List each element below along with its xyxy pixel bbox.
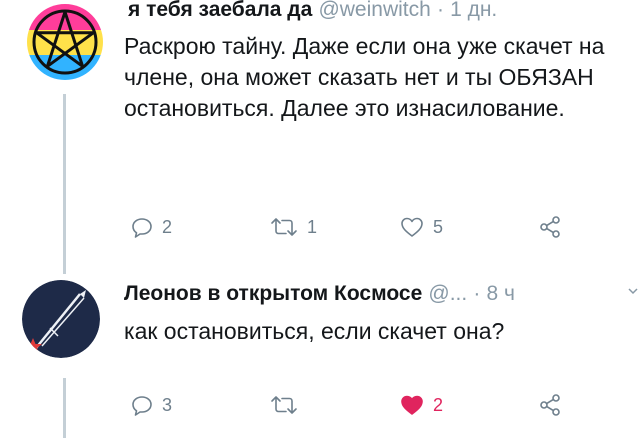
- reply-button[interactable]: 2: [131, 212, 172, 242]
- user-handle[interactable]: @...: [428, 282, 467, 305]
- header-separator: ·: [473, 282, 481, 305]
- heart-icon: [401, 217, 423, 237]
- heart-icon: [401, 395, 423, 415]
- like-button[interactable]: 5: [400, 212, 443, 242]
- reply-button[interactable]: 3: [131, 390, 172, 420]
- tweet-actions: 3 2: [0, 390, 640, 420]
- reply-count: 2: [162, 216, 173, 237]
- timestamp[interactable]: 1 дн.: [450, 0, 497, 21]
- pentagram-avatar-image: [27, 4, 103, 80]
- display-name[interactable]: Леонов в открытом Космосе: [124, 282, 422, 305]
- reply-count: 3: [162, 394, 173, 415]
- share-icon: [540, 216, 560, 238]
- tweet-text: Раскрою тайну. Даже если она уже скачет …: [124, 33, 605, 121]
- reply-icon: [132, 396, 152, 416]
- rocket-avatar-image: [22, 280, 100, 358]
- reply-icon: [132, 218, 152, 238]
- tweet-text: как остановиться, если скачет она?: [124, 318, 505, 344]
- thread-connector-line: [63, 94, 66, 274]
- like-button[interactable]: 2: [400, 390, 443, 420]
- tweet-header: Леонов в открытом Космосе @... · 8 ч: [124, 280, 515, 307]
- tweet-header: я тебя заебала да @weinwitch · 1 дн.: [128, 0, 497, 23]
- chevron-down-icon[interactable]: [628, 282, 638, 298]
- avatar[interactable]: [22, 280, 100, 358]
- twitter-thread: я тебя заебала да @weinwitch · 1 дн. Рас…: [0, 0, 640, 438]
- user-handle[interactable]: @weinwitch: [318, 0, 430, 21]
- retweet-button[interactable]: [270, 390, 307, 420]
- retweet-icon: [271, 218, 297, 236]
- retweet-icon: [271, 396, 297, 414]
- display-name[interactable]: я тебя заебала да: [128, 0, 312, 21]
- timestamp[interactable]: 8 ч: [486, 282, 514, 305]
- avatar[interactable]: [27, 4, 103, 80]
- tweet-actions: 2 1 5: [0, 212, 640, 242]
- header-separator: ·: [436, 0, 444, 21]
- share-button[interactable]: [538, 390, 562, 420]
- retweet-button[interactable]: 1: [270, 212, 317, 242]
- share-icon: [540, 394, 560, 416]
- retweet-count: 1: [307, 216, 318, 237]
- share-button[interactable]: [538, 212, 562, 242]
- like-count: 5: [433, 216, 444, 237]
- like-count: 2: [433, 394, 444, 415]
